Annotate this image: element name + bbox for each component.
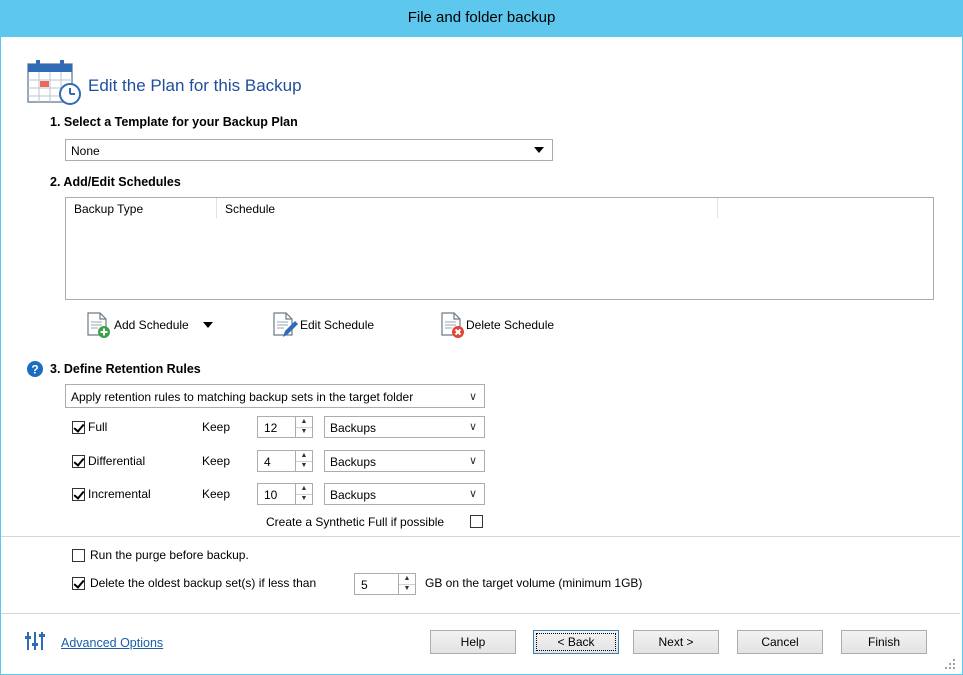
- full-unit-value: Backups: [330, 421, 377, 435]
- delete-oldest-suffix: GB on the target volume (minimum 1GB): [425, 576, 643, 590]
- full-label: Full: [88, 420, 108, 434]
- template-section-label: 1. Select a Template for your Backup Pla…: [50, 115, 298, 129]
- synthetic-full-label: Create a Synthetic Full if possible: [266, 515, 445, 529]
- template-select-value: None: [71, 144, 100, 158]
- stepper-down-button[interactable]: ▼: [399, 584, 415, 594]
- delete-oldest-label: Delete the oldest backup set(s) if less …: [90, 576, 317, 590]
- divider: [1, 536, 960, 537]
- chevron-down-icon: ∨: [468, 455, 477, 467]
- calendar-clock-icon: [27, 60, 81, 105]
- delete-oldest-checkbox[interactable]: [72, 577, 85, 590]
- differential-unit-select[interactable]: Backups ∨: [324, 450, 485, 472]
- cancel-button-label: Cancel: [761, 635, 799, 649]
- differential-keep-label: Keep: [202, 454, 231, 468]
- advanced-options-link[interactable]: Advanced Options: [61, 636, 163, 650]
- incremental-checkbox[interactable]: [72, 488, 85, 501]
- schedules-list-header: Backup Type Schedule: [66, 198, 933, 219]
- svg-text:?: ?: [31, 363, 38, 377]
- dropdown-arrow-icon[interactable]: [202, 322, 213, 328]
- min-free-space-stepper[interactable]: 5 ▲ ▼: [354, 573, 416, 595]
- differential-unit-value: Backups: [330, 455, 377, 469]
- template-select[interactable]: None: [65, 139, 553, 161]
- title-bar: File and folder backup: [0, 0, 963, 37]
- resize-grip-icon[interactable]: [944, 658, 956, 670]
- chevron-down-icon: ∨: [468, 488, 477, 500]
- chevron-down-icon: ∨: [468, 421, 477, 433]
- full-count-value: 12: [264, 421, 278, 435]
- add-schedule-icon: [87, 312, 110, 338]
- focus-ring: [536, 633, 616, 651]
- synthetic-full-checkbox[interactable]: [470, 515, 483, 528]
- differential-count-value: 4: [264, 455, 271, 469]
- window-title: File and folder backup: [407, 9, 556, 26]
- differential-label: Differential: [88, 454, 146, 468]
- incremental-unit-select[interactable]: Backups ∨: [324, 483, 485, 505]
- full-unit-select[interactable]: Backups ∨: [324, 416, 485, 438]
- column-header-backup-type[interactable]: Backup Type: [66, 198, 217, 218]
- chevron-down-icon: ∨: [468, 391, 477, 403]
- run-purge-label: Run the purge before backup.: [90, 548, 249, 562]
- delete-schedule-label: Delete Schedule: [466, 318, 555, 332]
- stepper-down-button[interactable]: ▼: [296, 494, 312, 504]
- column-header-schedule[interactable]: Schedule: [217, 198, 718, 218]
- retention-section-label: 3. Define Retention Rules: [50, 362, 201, 376]
- next-button[interactable]: Next >: [633, 630, 719, 654]
- min-free-space-value: 5: [361, 578, 368, 592]
- full-keep-label: Keep: [202, 420, 231, 434]
- incremental-unit-value: Backups: [330, 488, 377, 502]
- stepper-down-button[interactable]: ▼: [296, 427, 312, 437]
- incremental-keep-label: Keep: [202, 487, 231, 501]
- schedules-section-label: 2. Add/Edit Schedules: [50, 175, 181, 189]
- delete-schedule-button[interactable]: Delete Schedule: [438, 311, 554, 339]
- stepper-down-button[interactable]: ▼: [296, 461, 312, 471]
- sliders-icon: [25, 632, 45, 650]
- add-schedule-button[interactable]: Add Schedule: [84, 311, 213, 339]
- back-button[interactable]: < Back: [533, 630, 619, 654]
- help-button-label: Help: [460, 635, 486, 649]
- schedules-list[interactable]: Backup Type Schedule: [65, 197, 934, 300]
- help-icon[interactable]: ?: [27, 361, 43, 377]
- full-checkbox[interactable]: [72, 421, 85, 434]
- page-heading: Edit the Plan for this Backup: [88, 76, 302, 95]
- dropdown-arrow-icon: [534, 147, 544, 153]
- cancel-button[interactable]: Cancel: [737, 630, 823, 654]
- incremental-count-value: 10: [264, 488, 278, 502]
- incremental-count-stepper[interactable]: 10 ▲ ▼: [257, 483, 313, 505]
- retention-mode-value: Apply retention rules to matching backup…: [71, 390, 414, 404]
- full-count-stepper[interactable]: 12 ▲ ▼: [257, 416, 313, 438]
- finish-button[interactable]: Finish: [841, 630, 927, 654]
- add-schedule-label: Add Schedule: [114, 318, 189, 332]
- finish-button-label: Finish: [867, 635, 900, 649]
- divider: [1, 613, 960, 614]
- retention-mode-select[interactable]: Apply retention rules to matching backup…: [65, 384, 485, 408]
- next-button-label: Next >: [658, 635, 694, 649]
- delete-schedule-icon: [441, 312, 464, 338]
- run-purge-checkbox[interactable]: [72, 549, 85, 562]
- differential-count-stepper[interactable]: 4 ▲ ▼: [257, 450, 313, 472]
- incremental-label: Incremental: [88, 487, 151, 501]
- edit-schedule-icon: [273, 312, 298, 337]
- differential-checkbox[interactable]: [72, 455, 85, 468]
- help-button[interactable]: Help: [430, 630, 516, 654]
- edit-schedule-button[interactable]: Edit Schedule: [270, 311, 374, 339]
- edit-schedule-label: Edit Schedule: [300, 318, 375, 332]
